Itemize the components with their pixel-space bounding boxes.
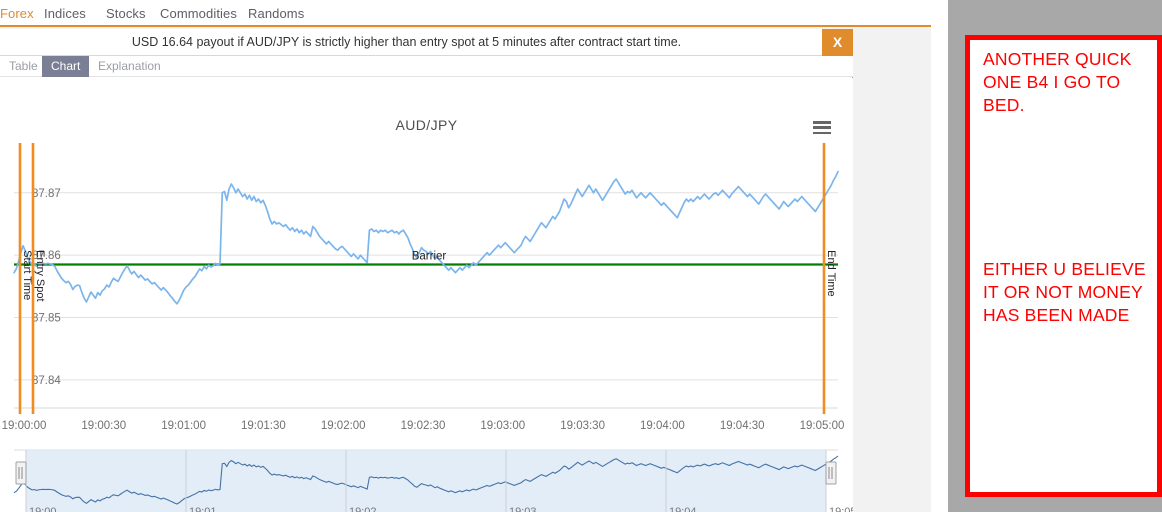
nav-item-stocks[interactable]: Stocks	[106, 6, 146, 21]
x-axis-tick-label: 19:03:30	[560, 420, 605, 432]
nav-item-indices[interactable]: Indices	[44, 6, 86, 21]
payout-description: USD 16.64 payout if AUD/JPY is strictly …	[131, 35, 682, 49]
nav-item-forex[interactable]: Forex	[0, 6, 34, 21]
chart-block: AUD/JPY 87.87 87.86 87.85 87.84 19:00:00 19:0…	[0, 78, 853, 512]
market-nav-bar: Forex Indices Stocks Commodities Randoms	[0, 0, 931, 27]
payout-bar: USD 16.64 payout if AUD/JPY is strictly …	[0, 29, 853, 56]
x-axis-tick-label: 19:00:30	[81, 420, 126, 432]
navigator-handle-right	[825, 461, 837, 485]
marker-label-end-time: End Time	[825, 250, 837, 296]
x-axis-tick-label: 19:05:00	[800, 420, 845, 432]
y-axis-tick-label: 87.84	[32, 375, 61, 387]
marker-label-start-time: Start Time	[21, 250, 33, 300]
tab-explanation[interactable]: Explanation	[89, 56, 170, 77]
tab-strip: Table Chart Explanation	[0, 56, 853, 77]
x-axis-tick-label: 19:04:30	[720, 420, 765, 432]
navigator-handle-left	[15, 461, 27, 485]
screen-root: Forex Indices Stocks Commodities Randoms…	[0, 0, 1162, 512]
close-icon[interactable]: X	[822, 29, 853, 56]
annotation-pane-bottom-band	[948, 498, 1162, 512]
price-chart-svg: 87.8787.8687.8587.8419:00:00 19:00:30 19:0…	[2, 143, 853, 512]
y-axis-tick-label: 87.85	[32, 313, 61, 325]
y-axis-tick-label: 87.87	[32, 188, 61, 200]
price-chart-plot[interactable]: 87.87 87.86 87.85 87.84 19:00:00 19:00:30 19:0…	[0, 78, 853, 512]
x-axis-tick-label: 19:02:30	[401, 420, 446, 432]
contract-card: USD 16.64 payout if AUD/JPY is strictly …	[0, 29, 853, 512]
tab-table[interactable]: Table	[0, 56, 47, 77]
barrier-label: Barrier	[412, 251, 447, 263]
tab-chart[interactable]: Chart	[42, 56, 90, 77]
annotation-pane: ANOTHER QUICK ONE B4 I GO TO BED. EITHER…	[948, 0, 1162, 512]
x-axis-tick-label: 19:01:30	[241, 420, 286, 432]
browser-content-pane: Forex Indices Stocks Commodities Randoms…	[0, 0, 931, 512]
nav-item-randoms[interactable]: Randoms	[248, 6, 304, 21]
x-axis-tick-label: 19:02:00	[321, 420, 366, 432]
annotation-text-bottom: EITHER U BELIEVE IT OR NOT MONEY HAS BEE…	[983, 259, 1146, 325]
x-axis-tick-label: 19:04:00	[640, 420, 685, 432]
nav-item-commodities[interactable]: Commodities	[160, 6, 237, 21]
x-axis-tick-label: 19:01:00	[161, 420, 206, 432]
annotation-text-top: ANOTHER QUICK ONE B4 I GO TO BED.	[983, 49, 1132, 115]
navigator-selected-range	[26, 450, 826, 512]
marker-label-entry-spot: Entry Spot	[34, 250, 46, 301]
x-axis-tick-label: 19:03:00	[480, 420, 525, 432]
annotation-box: ANOTHER QUICK ONE B4 I GO TO BED. EITHER…	[965, 35, 1162, 497]
x-axis-tick-label: 19:00:00	[2, 420, 47, 432]
